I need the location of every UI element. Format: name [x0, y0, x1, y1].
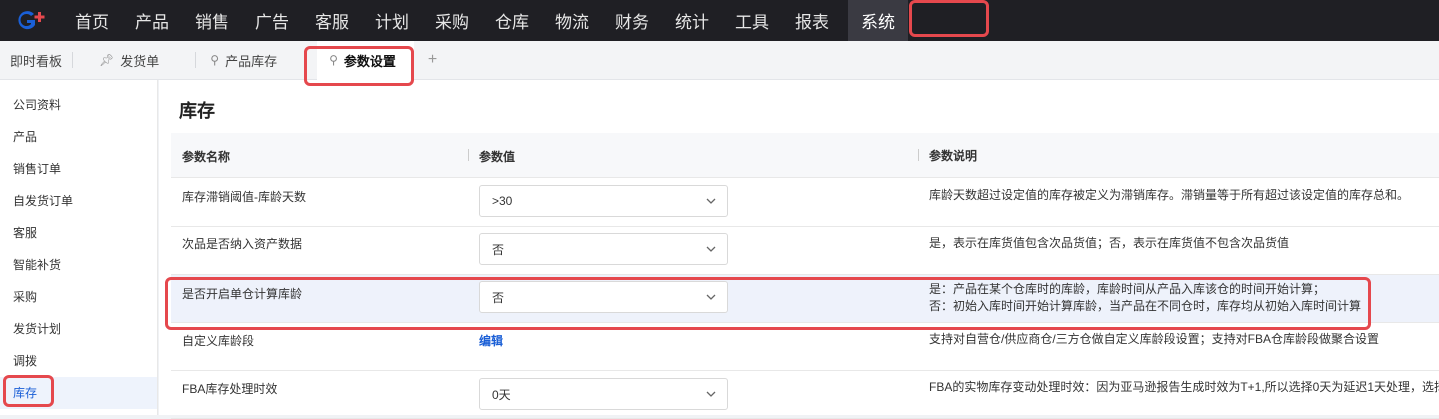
sidebar-item-transfer[interactable]: 调拨: [0, 345, 157, 377]
table-row: 是否开启单仓计算库龄 否 是：产品在某个仓库时的库龄，库龄时间从产品入库该仓的时…: [171, 275, 1439, 323]
sidebar-item-replenish[interactable]: 智能补货: [0, 249, 157, 281]
chevron-down-icon: [706, 246, 716, 252]
column-header-desc: 参数说明: [918, 148, 1439, 165]
param-value-select[interactable]: 否: [479, 233, 728, 265]
table-header: 参数名称 参数值 参数说明: [171, 133, 1439, 178]
param-name: 次品是否纳入资产数据: [182, 237, 303, 251]
tab-dashboard[interactable]: 即时看板: [0, 41, 72, 80]
nav-plan[interactable]: 计划: [362, 0, 422, 41]
select-value: 0天: [492, 387, 511, 402]
tab-parameter-settings[interactable]: ⚲ 参数设置: [317, 40, 414, 80]
chevron-down-icon: [706, 294, 716, 300]
param-value-select[interactable]: 0天: [479, 378, 728, 410]
sidebar-item-inventory[interactable]: 库存: [0, 377, 157, 409]
tab-product-inventory[interactable]: ⚲ 产品库存: [196, 41, 307, 80]
nav-ads[interactable]: 广告: [242, 0, 302, 41]
tab-label: 发货单: [120, 53, 160, 69]
param-value-select[interactable]: >30: [479, 185, 728, 217]
table-row: FBA库存处理时效 0天 FBA的实物库存变动处理时效：因为亚马逊报告生成时效为…: [171, 371, 1439, 419]
pin-icon[interactable]: ⚲: [329, 53, 338, 67]
settings-table: 参数名称 参数值 参数说明 库存滞销阈值-库龄天数 >30 库龄天数超过设定值的…: [171, 133, 1439, 419]
column-header-value: 参数值: [468, 148, 918, 165]
pin-icon[interactable]: ⚲: [210, 53, 219, 67]
sidebar-item-sales-orders[interactable]: 销售订单: [0, 153, 157, 185]
add-tab-button[interactable]: +: [414, 51, 451, 69]
table-row: 次品是否纳入资产数据 否 是，表示在库货值包含次品货值；否，表示在库货值不包含次…: [171, 227, 1439, 275]
sidebar-item-self-ship-orders[interactable]: 自发货订单: [0, 185, 157, 217]
nav-service[interactable]: 客服: [302, 0, 362, 41]
param-desc: FBA的实物库存变动处理时效：因为亚马逊报告生成时效为T+1,所以选择0天为延迟…: [929, 380, 1439, 394]
param-desc: 是：产品在某个仓库时的库龄，库龄时间从产品入库该仓的时间开始计算； 否：初始入库…: [918, 275, 1439, 322]
select-value: >30: [492, 194, 513, 208]
nav-product[interactable]: 产品: [122, 0, 182, 41]
chevron-down-icon: [706, 391, 716, 397]
param-desc: 是，表示在库货值包含次品货值；否，表示在库货值不包含次品货值: [929, 236, 1290, 250]
nav-home[interactable]: 首页: [62, 0, 122, 41]
logo-icon: [18, 10, 45, 29]
top-nav: 首页 产品 销售 广告 客服 计划 采购 仓库 物流 财务 统计 工具 报表 系…: [0, 0, 1439, 41]
sidebar: 公司资料 产品 销售订单 自发货订单 客服 智能补货 采购 发货计划 调拨 库存: [0, 80, 158, 415]
select-value: 否: [492, 290, 505, 305]
param-name: FBA库存处理时效: [182, 382, 278, 396]
sidebar-item-purchase[interactable]: 采购: [0, 281, 157, 313]
table-row: 自定义库龄段 编辑 支持对自营仓/供应商仓/三方仓做自定义库龄段设置；支持对FB…: [171, 323, 1439, 371]
sidebar-item-company[interactable]: 公司资料: [0, 89, 157, 121]
chevron-down-icon: [706, 198, 716, 204]
param-name: 库存滞销阈值-库龄天数: [182, 190, 306, 204]
param-value-select[interactable]: 否: [479, 281, 728, 313]
nav-system[interactable]: 系统: [848, 0, 908, 41]
nav-purchase[interactable]: 采购: [422, 0, 482, 41]
nav-warehouse[interactable]: 仓库: [482, 0, 542, 41]
tab-label: 产品库存: [225, 53, 278, 69]
nav-reports[interactable]: 报表: [782, 0, 842, 41]
nav-logistics[interactable]: 物流: [542, 0, 602, 41]
nav-finance[interactable]: 财务: [602, 0, 662, 41]
edit-link[interactable]: 编辑: [479, 334, 503, 348]
sidebar-item-service[interactable]: 客服: [0, 217, 157, 249]
tab-shipment[interactable]: 📌︎ 发货单: [73, 41, 195, 80]
column-header-name: 参数名称: [182, 150, 231, 164]
param-desc: 支持对自营仓/供应商仓/三方仓做自定义库龄段设置；支持对FBA仓库龄段做聚合设置: [929, 332, 1380, 346]
param-desc: 库龄天数超过设定值的库存被定义为滞销库存。滞销量等于所有超过该设定值的库存总和。: [929, 188, 1410, 202]
param-desc-line: 否：初始入库时间开始计算库龄，当产品在不同仓时，库存均从初始入库时间计算: [929, 299, 1362, 313]
nav-stats[interactable]: 统计: [662, 0, 722, 41]
param-name: 自定义库龄段: [182, 334, 255, 348]
sidebar-item-ship-plan[interactable]: 发货计划: [0, 313, 157, 345]
table-row: 库存滞销阈值-库龄天数 >30 库龄天数超过设定值的库存被定义为滞销库存。滞销量…: [171, 178, 1439, 227]
sidebar-item-product[interactable]: 产品: [0, 121, 157, 153]
select-value: 否: [492, 242, 505, 257]
param-name: 是否开启单仓计算库龄: [182, 287, 303, 301]
tab-label: 参数设置: [343, 53, 396, 69]
nav-tools[interactable]: 工具: [722, 0, 782, 41]
nav-sales[interactable]: 销售: [182, 0, 242, 41]
param-desc-line: 是：产品在某个仓库时的库龄，库龄时间从产品入库该仓的时间开始计算；: [929, 282, 1326, 296]
main-content: 库存 参数名称 参数值 参数说明 库存滞销阈值-库龄天数 >30 库龄天数超过设…: [159, 80, 1439, 419]
pin-filled-icon[interactable]: 📌︎: [99, 53, 114, 67]
app-logo[interactable]: [0, 0, 62, 41]
tab-bar: 即时看板 📌︎ 发货单 ⚲ 产品库存 ⚲ 参数设置 +: [0, 40, 1439, 80]
page-title: 库存: [179, 101, 215, 121]
